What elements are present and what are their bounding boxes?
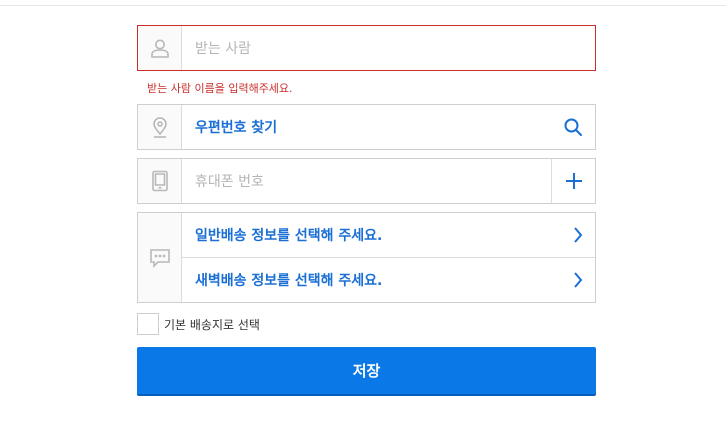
location-pin-icon bbox=[138, 105, 182, 149]
general-delivery-label: 일반배송 정보를 선택해 주세요. bbox=[195, 228, 383, 244]
default-address-label[interactable]: 기본 배송지로 선택 bbox=[164, 316, 260, 333]
chevron-right-icon bbox=[573, 213, 583, 257]
phone-icon bbox=[138, 159, 182, 203]
postcode-search-label[interactable]: 우편번호 찾기 bbox=[195, 105, 277, 149]
recipient-input[interactable]: 받는 사람 bbox=[195, 26, 251, 70]
dawn-delivery-row[interactable]: 새벽배송 정보를 선택해 주세요. bbox=[182, 258, 595, 302]
phone-field[interactable]: 휴대폰 번호 bbox=[137, 158, 596, 204]
postcode-field[interactable]: 우편번호 찾기 bbox=[137, 104, 596, 150]
search-icon[interactable] bbox=[551, 105, 595, 149]
delivery-options-group: 일반배송 정보를 선택해 주세요. 새벽배송 정보를 선택해 주세요. bbox=[137, 212, 596, 303]
top-divider bbox=[0, 5, 726, 6]
recipient-error-message: 받는 사람 이름을 입력해주세요. bbox=[147, 82, 293, 95]
plus-icon[interactable] bbox=[551, 159, 595, 203]
chat-bubble-icon bbox=[138, 213, 182, 302]
save-button[interactable]: 저장 bbox=[137, 347, 596, 396]
recipient-field[interactable]: 받는 사람 bbox=[137, 25, 596, 71]
general-delivery-row[interactable]: 일반배송 정보를 선택해 주세요. bbox=[182, 213, 595, 257]
default-address-checkbox[interactable] bbox=[137, 313, 159, 335]
dawn-delivery-label: 새벽배송 정보를 선택해 주세요. bbox=[195, 273, 383, 289]
chevron-right-icon bbox=[573, 258, 583, 302]
phone-input[interactable]: 휴대폰 번호 bbox=[195, 159, 264, 203]
person-icon bbox=[138, 26, 182, 70]
